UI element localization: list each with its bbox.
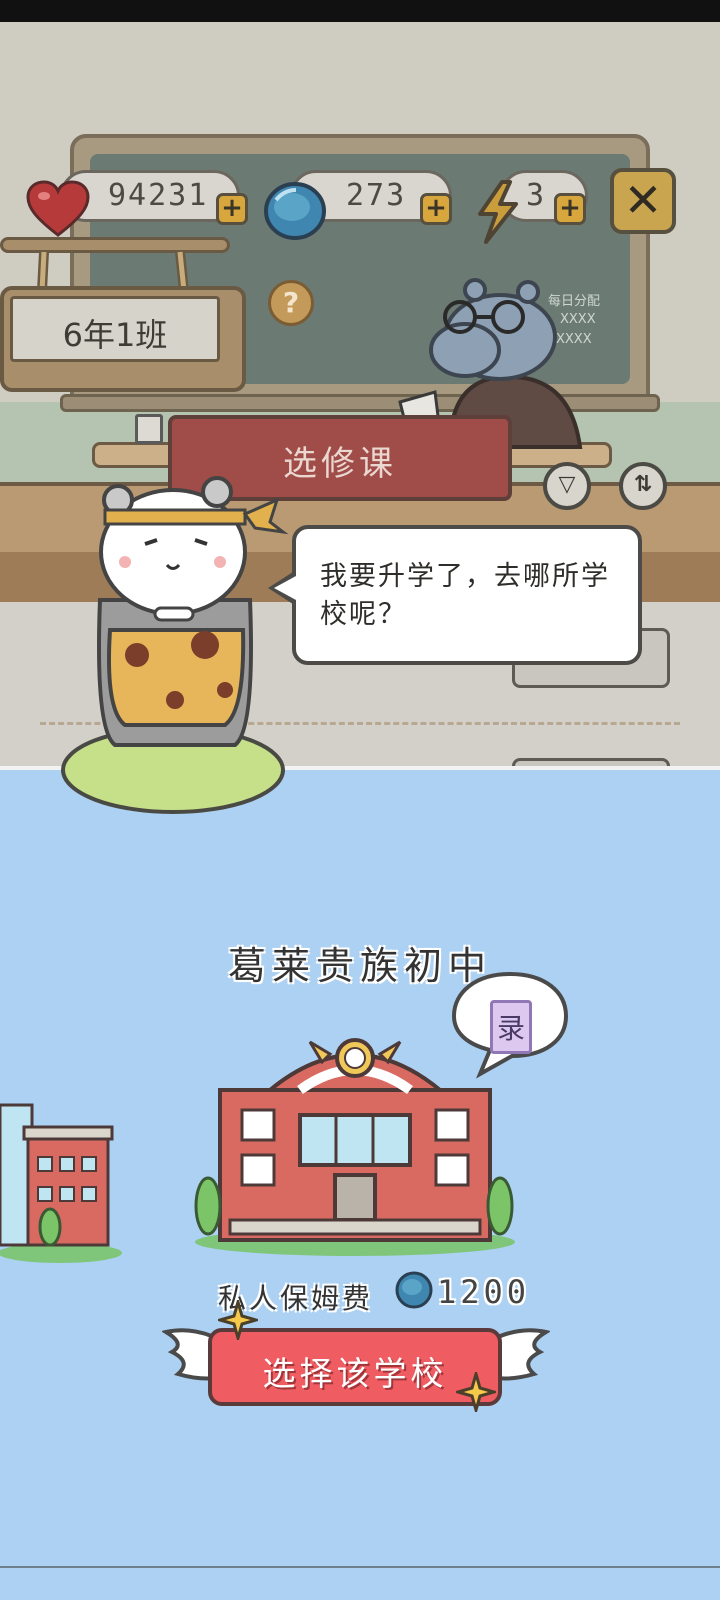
lightning-icon [478,180,518,244]
cat-character-icon [61,476,289,814]
sort-button[interactable]: ⇅ [619,462,667,510]
school-building-icon[interactable] [190,1030,520,1260]
gem-coin-icon [395,1271,433,1309]
close-button[interactable]: ✕ [610,168,676,234]
add-gems-button[interactable]: + [420,193,452,225]
heart-icon [26,180,90,237]
gem-coin-icon [264,182,326,240]
hearts-value: 94231 [108,178,209,213]
cup-icon [135,414,163,444]
help-button[interactable]: ? [268,280,314,326]
navigation-bar [0,1566,720,1600]
other-school-icon[interactable] [0,1095,125,1265]
class-name: 6年1班 [62,316,168,354]
filter-button[interactable]: ▽ [543,462,591,510]
energy-value: 3 [526,178,547,213]
cost-value: 1200 [437,1273,531,1311]
sparkle-icon [218,1300,258,1340]
speech-tail-fill [274,576,296,600]
add-energy-button[interactable]: + [554,193,586,225]
school-name: 葛莱贵族初中 [227,944,492,988]
gems-value: 273 [346,178,407,213]
sparkle-icon [456,1372,496,1412]
game-screen: 每日分配 XXXX XXXX 94231 + 273 + 3 + ✕ 6年1班 … [0,0,720,1600]
dialog-text: 我要升学了，去哪所学校呢？ [320,561,610,630]
add-hearts-button[interactable]: + [216,193,248,225]
status-bar [0,0,720,22]
